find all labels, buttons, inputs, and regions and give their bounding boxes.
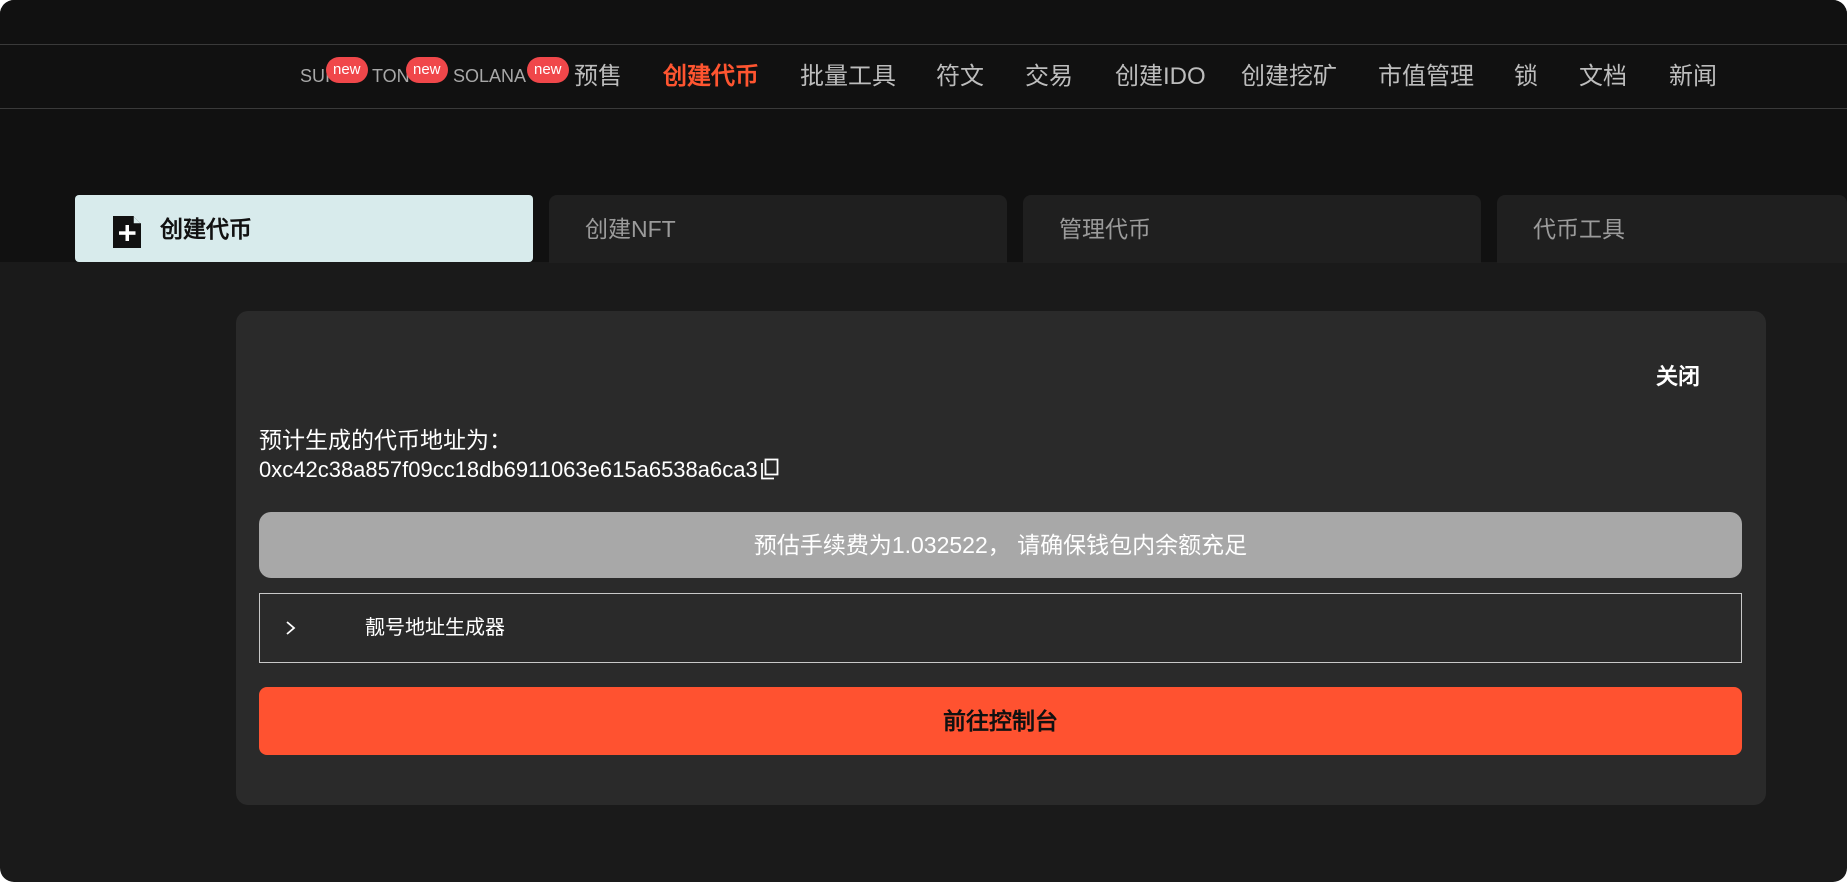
- close-button[interactable]: 关闭: [1656, 359, 1700, 391]
- go-to-console-button[interactable]: 前往控制台: [259, 687, 1742, 755]
- nav-item-label: TON: [372, 66, 410, 86]
- new-badge: new: [326, 57, 368, 83]
- nav-item-news[interactable]: 新闻: [1669, 45, 1717, 108]
- file-plus-icon: [113, 216, 141, 248]
- tab-label: 创建NFT: [585, 216, 676, 242]
- nav-item-create-ido[interactable]: 创建IDO: [1115, 45, 1206, 108]
- main-nav: SUI new TON new SOLANA new 预售 创建代币 批量工具 …: [0, 45, 1847, 108]
- nav-item-create-token[interactable]: 创建代币: [663, 45, 759, 108]
- tab-label: 管理代币: [1059, 216, 1151, 242]
- tab-manage-token[interactable]: 管理代币: [1023, 195, 1481, 263]
- new-badge: new: [527, 57, 569, 83]
- nav-item-trade[interactable]: 交易: [1025, 45, 1073, 108]
- header-divider-bottom: [0, 108, 1847, 109]
- copy-icon[interactable]: [760, 458, 780, 480]
- app-window: SUI new TON new SOLANA new 预售 创建代币 批量工具 …: [0, 0, 1847, 882]
- token-address: 0xc42c38a857f09cc18db6911063e615a6538a6c…: [259, 457, 758, 482]
- fee-notice: 预估手续费为1.032522， 请确保钱包内余额充足: [259, 512, 1742, 578]
- nav-item-market-cap[interactable]: 市值管理: [1378, 45, 1474, 108]
- address-label: 预计生成的代币地址为：: [259, 427, 512, 453]
- tab-token-tools[interactable]: 代币工具: [1497, 195, 1847, 263]
- nav-item-presale[interactable]: 预售: [574, 45, 622, 108]
- vanity-label: 靓号地址生成器: [365, 617, 505, 639]
- nav-item-lock[interactable]: 锁: [1514, 45, 1538, 108]
- tab-create-token[interactable]: 创建代币: [75, 195, 533, 262]
- new-badge: new: [406, 57, 448, 83]
- chevron-right-icon: [286, 621, 296, 635]
- nav-item-label: SOLANA: [453, 66, 527, 86]
- nav-item-solana[interactable]: SOLANA: [453, 45, 526, 108]
- nav-item-batch-tools[interactable]: 批量工具: [800, 45, 896, 108]
- nav-item-sui[interactable]: SUI: [300, 45, 330, 108]
- tab-create-nft[interactable]: 创建NFT: [549, 195, 1007, 263]
- nav-item-runes[interactable]: 符文: [936, 45, 984, 108]
- tab-label: 代币工具: [1533, 216, 1625, 242]
- nav-item-ton[interactable]: TON: [372, 45, 410, 108]
- tab-label: 创建代币: [160, 216, 252, 242]
- nav-item-create-mining[interactable]: 创建挖矿: [1241, 45, 1337, 108]
- nav-item-docs[interactable]: 文档: [1579, 45, 1627, 108]
- address-row: 0xc42c38a857f09cc18db6911063e615a6538a6c…: [259, 457, 780, 483]
- vanity-address-generator[interactable]: 靓号地址生成器: [259, 593, 1742, 663]
- result-panel: 关闭 预计生成的代币地址为： 0xc42c38a857f09cc18db6911…: [236, 311, 1766, 805]
